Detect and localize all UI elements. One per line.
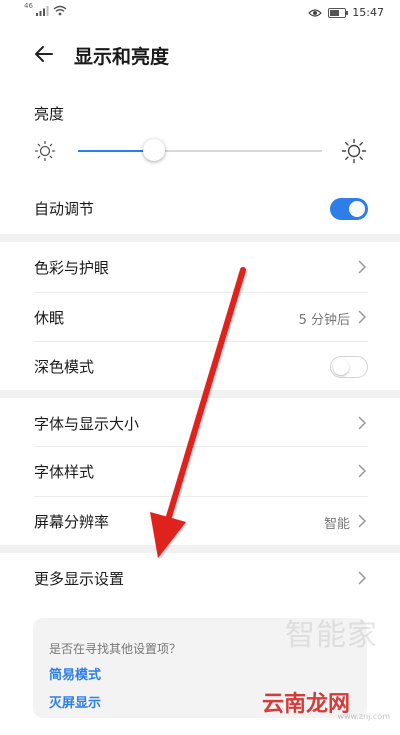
brightness-label: 亮度 xyxy=(34,105,65,123)
color-eye-comfort-row[interactable]: 色彩与护眼 xyxy=(34,242,368,292)
watermark-top: 智能家 xyxy=(285,618,378,653)
sun-small-icon xyxy=(34,140,56,162)
dark-mode-label: 深色模式 xyxy=(34,358,95,376)
network-type: 46 xyxy=(24,2,33,10)
simple-mode-link[interactable]: 简易模式 xyxy=(49,664,101,683)
chevron-right-icon xyxy=(358,571,367,585)
section-gap xyxy=(0,545,400,553)
dark-mode-row[interactable]: 深色模式 xyxy=(34,341,368,391)
section-gap xyxy=(0,390,400,398)
eye-comfort-icon xyxy=(308,8,323,17)
sleep-label: 休眠 xyxy=(34,309,65,327)
font-size-row[interactable]: 字体与显示大小 xyxy=(34,398,368,448)
signal-icon xyxy=(35,6,49,16)
app-header: 显示和亮度 xyxy=(0,30,400,80)
chevron-right-icon xyxy=(358,464,367,478)
status-right: 15:47 xyxy=(308,6,384,19)
resolution-label: 屏幕分辨率 xyxy=(34,513,110,531)
auto-adjust-row[interactable]: 自动调节 xyxy=(34,183,368,233)
auto-adjust-label: 自动调节 xyxy=(34,200,95,218)
font-style-row[interactable]: 字体样式 xyxy=(34,446,368,496)
battery-icon xyxy=(328,7,349,18)
more-display-settings-row[interactable]: 更多显示设置 xyxy=(34,553,368,603)
color-eye-comfort-label: 色彩与护眼 xyxy=(34,259,110,277)
status-time: 15:47 xyxy=(352,6,384,19)
watermark-url: www.znj.com xyxy=(337,712,390,721)
brightness-slider[interactable] xyxy=(78,138,322,164)
status-left: 46 xyxy=(24,2,67,16)
section-gap xyxy=(0,234,400,242)
font-size-label: 字体与显示大小 xyxy=(34,415,140,433)
chevron-right-icon xyxy=(358,416,367,430)
back-arrow-icon[interactable] xyxy=(30,40,58,68)
more-display-settings-label: 更多显示设置 xyxy=(34,570,125,588)
resolution-row[interactable]: 屏幕分辨率 智能 xyxy=(34,496,368,546)
font-style-label: 字体样式 xyxy=(34,463,95,481)
always-on-display-link[interactable]: 灭屏显示 xyxy=(49,692,101,711)
resolution-value: 智能 xyxy=(323,517,350,532)
sleep-row[interactable]: 休眠 5 分钟后 xyxy=(34,292,368,342)
slider-thumb[interactable] xyxy=(143,139,165,161)
sun-large-icon xyxy=(341,138,367,164)
sleep-value: 5 分钟后 xyxy=(298,313,350,328)
chevron-right-icon xyxy=(358,260,367,274)
status-bar: 46 15:47 xyxy=(0,0,400,26)
dark-mode-toggle[interactable] xyxy=(330,356,368,378)
page-title: 显示和亮度 xyxy=(74,46,170,68)
suggestion-question: 是否在寻找其他设置项？ xyxy=(49,642,182,656)
wifi-icon xyxy=(53,5,67,16)
auto-adjust-toggle[interactable] xyxy=(330,198,368,220)
chevron-right-icon xyxy=(358,514,367,528)
chevron-right-icon xyxy=(358,310,367,324)
